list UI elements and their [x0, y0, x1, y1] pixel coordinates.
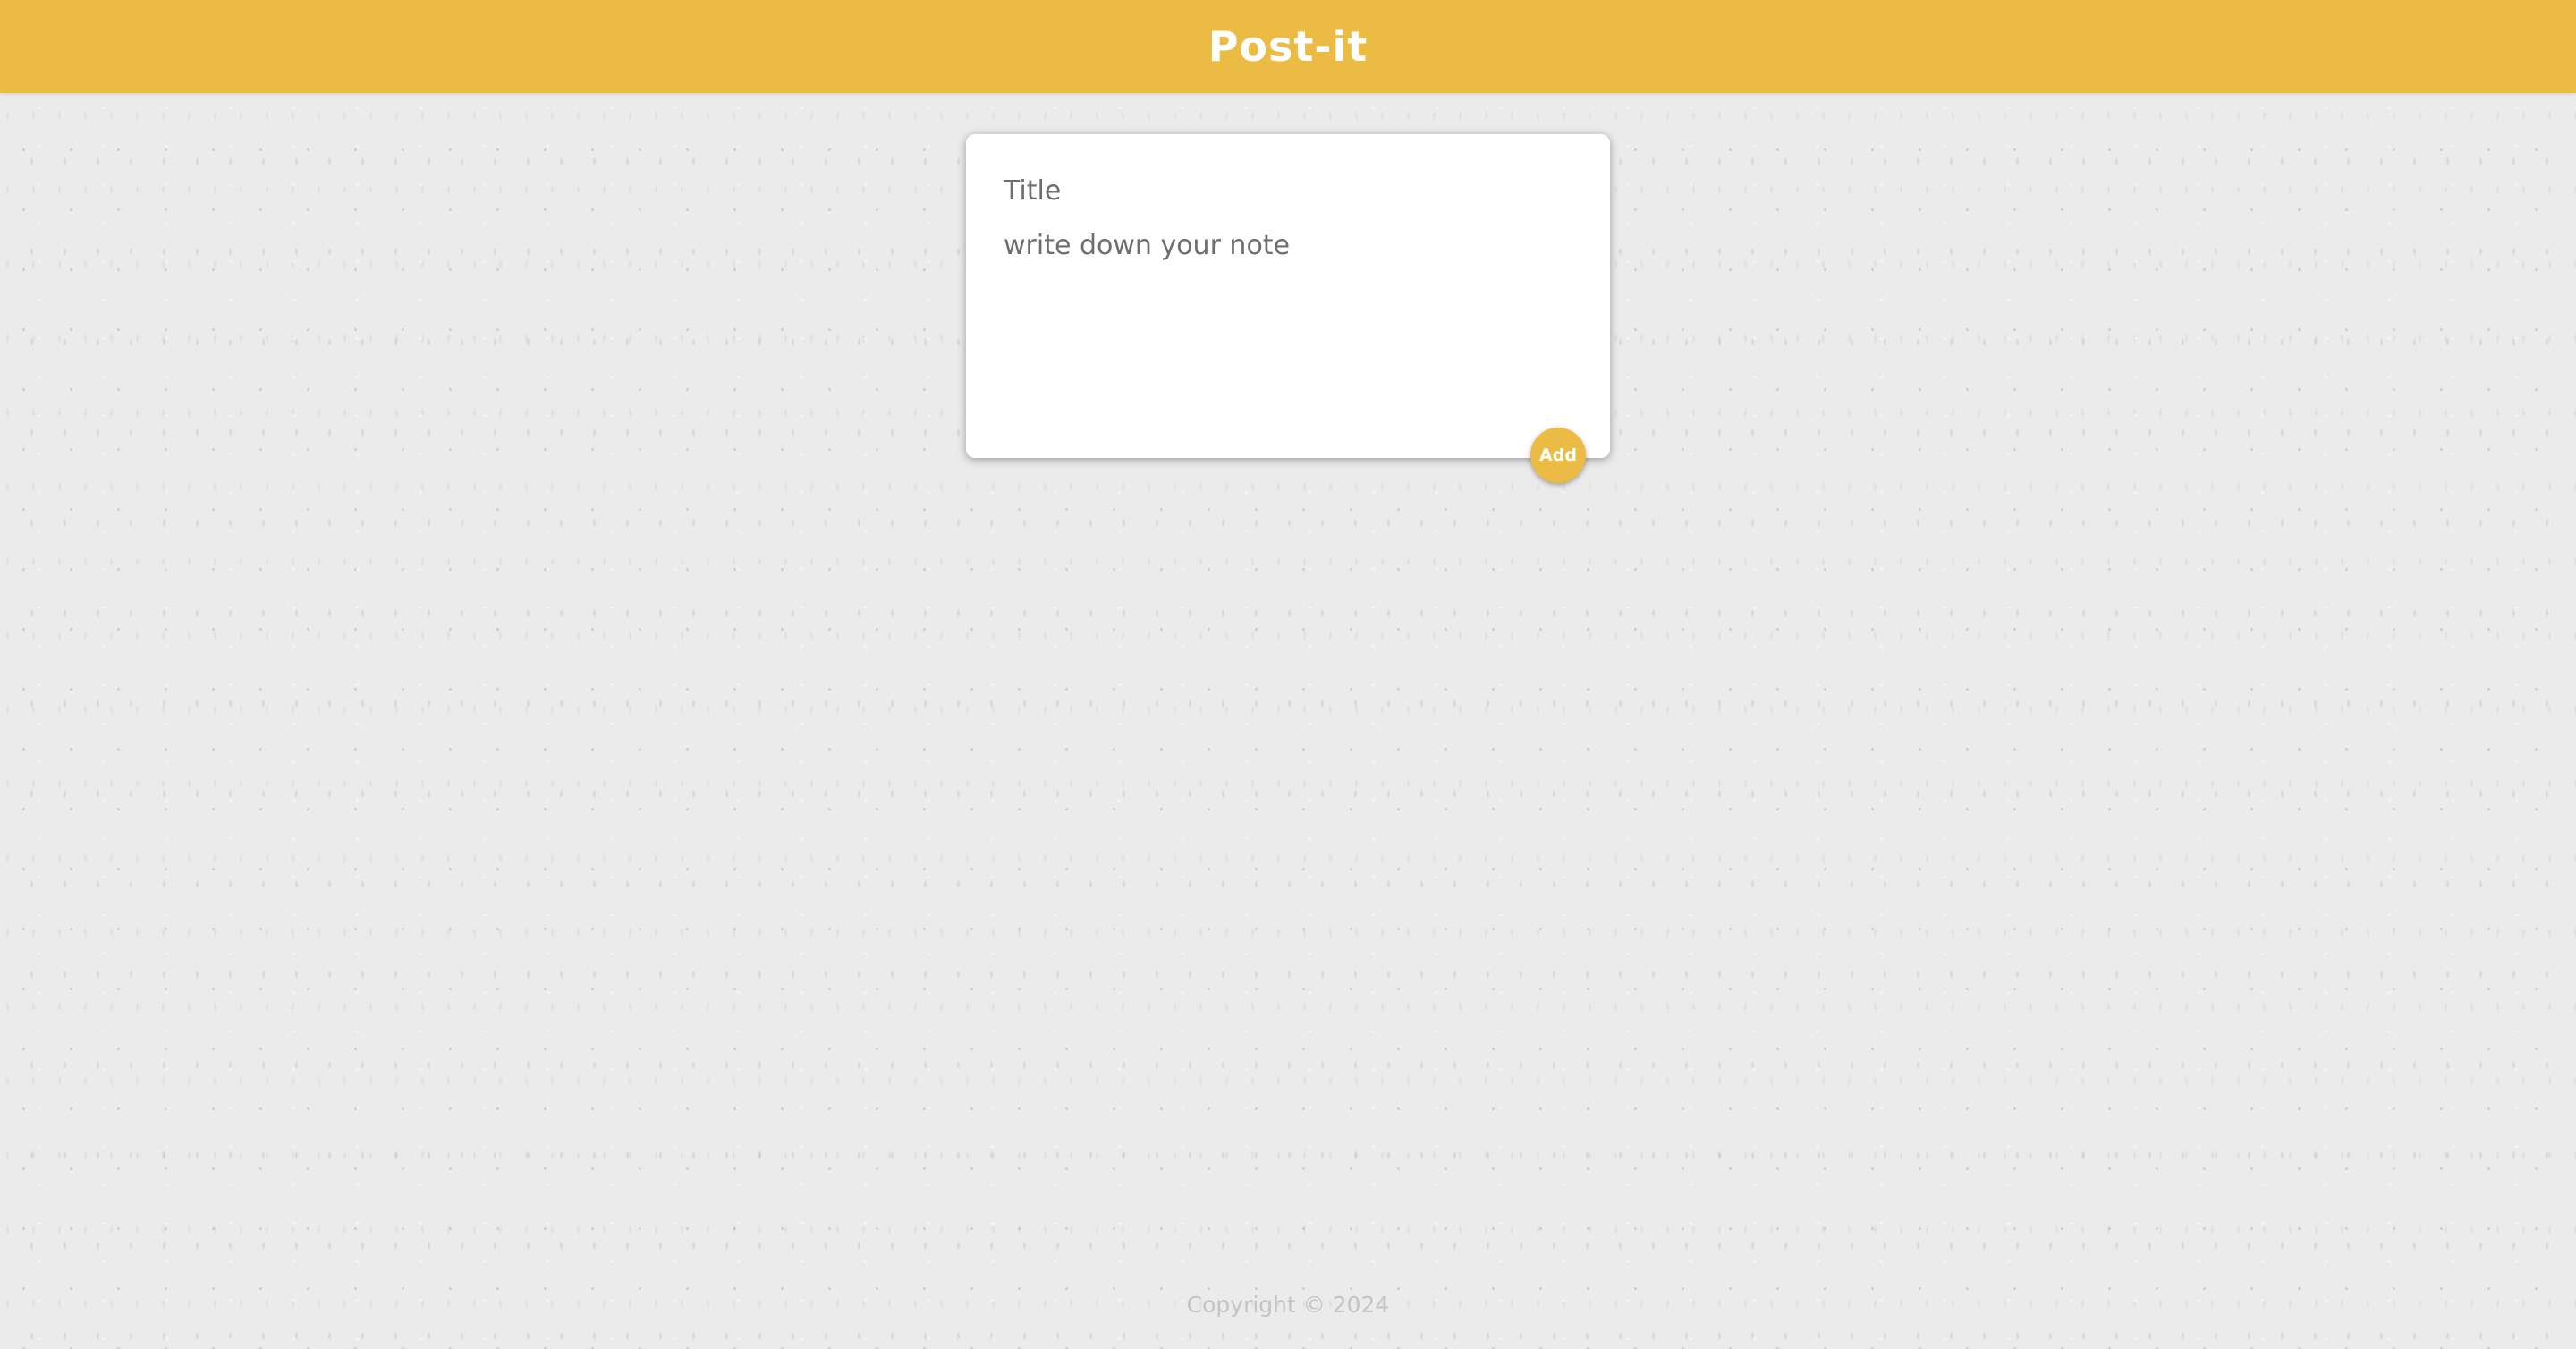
note-content-textarea[interactable] [1004, 227, 1572, 406]
footer: Copyright © 2024 [0, 1292, 2576, 1318]
add-note-button[interactable]: Add [1530, 428, 1586, 483]
copyright-text: Copyright © 2024 [1186, 1292, 1390, 1318]
app-title: Post-it [1208, 22, 1368, 71]
app-header: Post-it [0, 0, 2576, 93]
note-title-input[interactable] [1004, 170, 1572, 211]
create-note-form: Add [966, 134, 1610, 483]
